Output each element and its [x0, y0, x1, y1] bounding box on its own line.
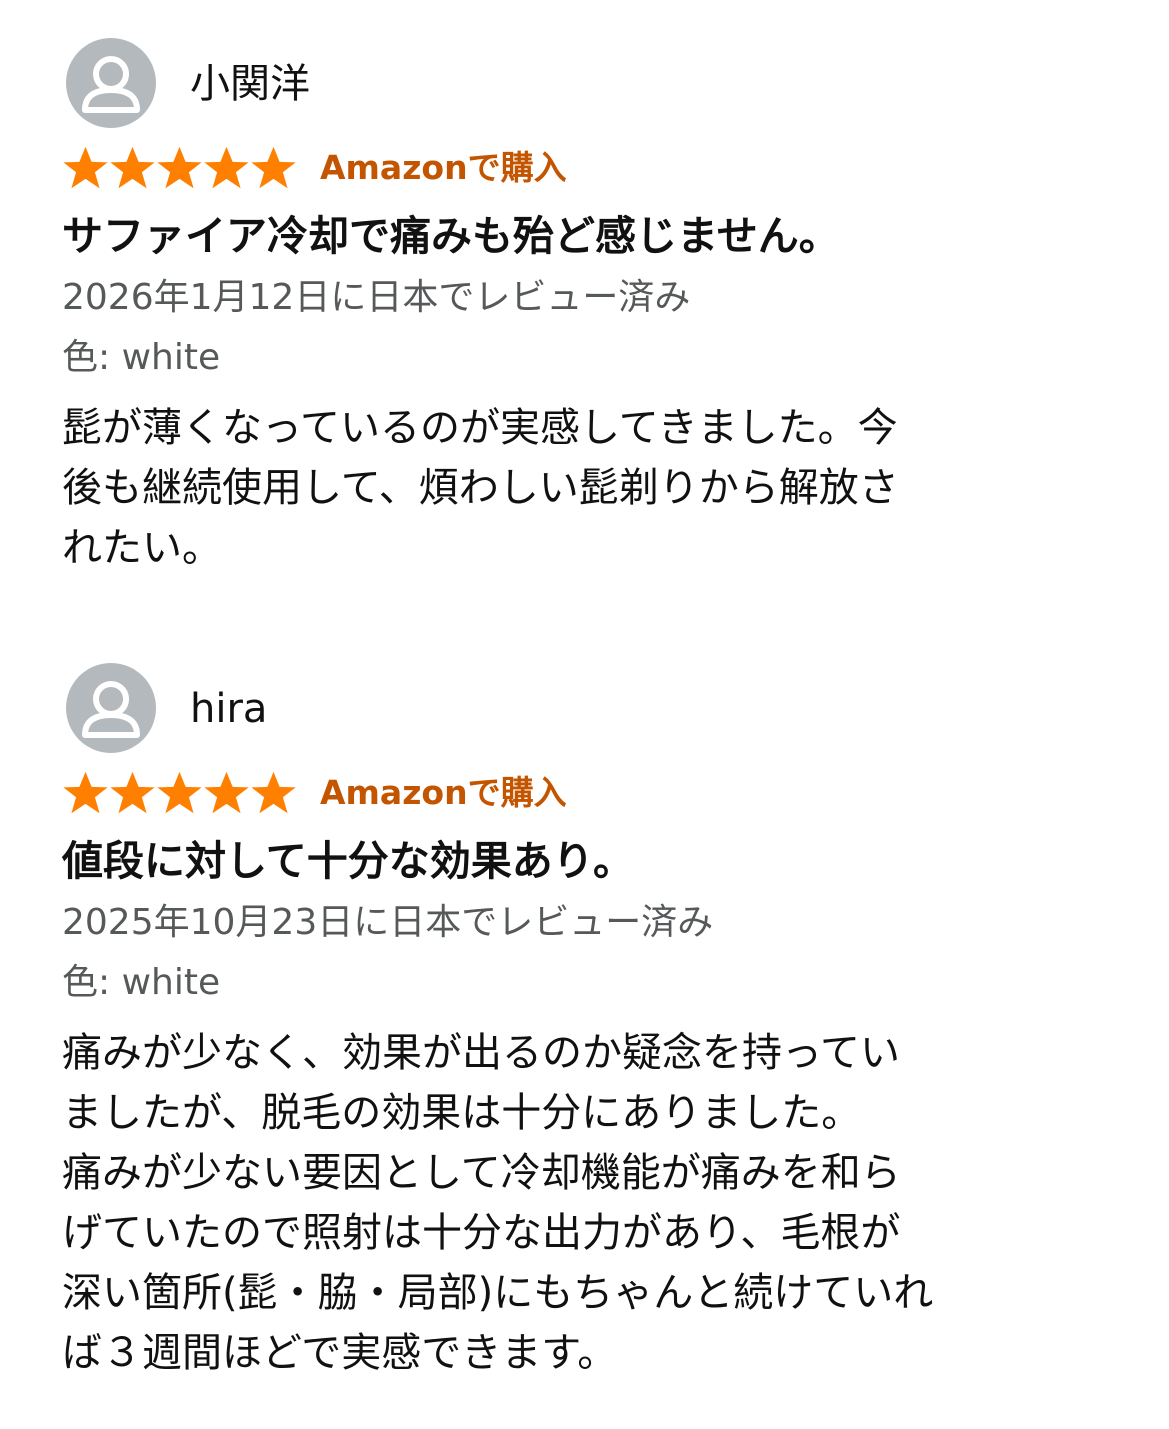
reviewer-name[interactable]: 小関洋: [190, 58, 310, 110]
review-title[interactable]: サファイア冷却で痛みも殆ど感じません。: [62, 208, 840, 264]
review-date: 2025年10月23日に日本でレビュー済み: [62, 902, 714, 943]
reviewer-name[interactable]: hira: [190, 683, 267, 735]
star-icon: [110, 146, 155, 188]
review-body: 髭が薄くなっているのが実感してきました。今 後も継続使用して、煩わしい髭剃りから…: [62, 398, 1122, 578]
star-icon: [63, 146, 108, 188]
review-body-line: 髭が薄くなっているのが実感してきました。今: [62, 405, 898, 451]
review-body-line: 痛みが少なく、効果が出るのか疑念を持ってい: [62, 1030, 900, 1076]
star-icon: [63, 771, 108, 813]
review-variant: 色: white: [62, 337, 221, 378]
star-rating[interactable]: [62, 768, 297, 818]
review-body-line: れたい。: [62, 525, 222, 571]
star-icon: [157, 771, 202, 813]
star-icon: [157, 146, 202, 188]
verified-purchase-badge: Amazonで購入: [320, 148, 567, 187]
user-silhouette-icon[interactable]: [66, 38, 156, 128]
review-body: 痛みが少なく、効果が出るのか疑念を持ってい ましたが、脱毛の効果は十分にありまし…: [62, 1023, 1122, 1383]
review-title[interactable]: 値段に対して十分な効果あり。: [62, 833, 634, 889]
review-body-line: げていたので照射は十分な出力があり、毛根が: [62, 1210, 901, 1256]
star-icon: [251, 146, 296, 188]
review-variant: 色: white: [62, 962, 221, 1003]
review-body-line: 深い箇所(髭・脇・局部)にもちゃんと続けていれ: [62, 1270, 934, 1316]
review-date: 2026年1月12日に日本でレビュー済み: [62, 277, 691, 318]
review-body-line: 後も継続使用して、煩わしい髭剃りから解放さ: [62, 465, 899, 511]
star-icon: [110, 771, 155, 813]
user-silhouette-icon[interactable]: [66, 663, 156, 753]
verified-purchase-badge: Amazonで購入: [320, 773, 567, 812]
star-icon: [204, 146, 249, 188]
review-body-line: ば３週間ほどで実感できます。: [62, 1330, 618, 1376]
review-body-line: 痛みが少ない要因として冷却機能が痛みを和ら: [62, 1150, 901, 1196]
star-icon: [204, 771, 249, 813]
star-icon: [251, 771, 296, 813]
review-body-line: ましたが、脱毛の効果は十分にありました。: [62, 1090, 862, 1136]
star-rating[interactable]: [62, 143, 297, 193]
